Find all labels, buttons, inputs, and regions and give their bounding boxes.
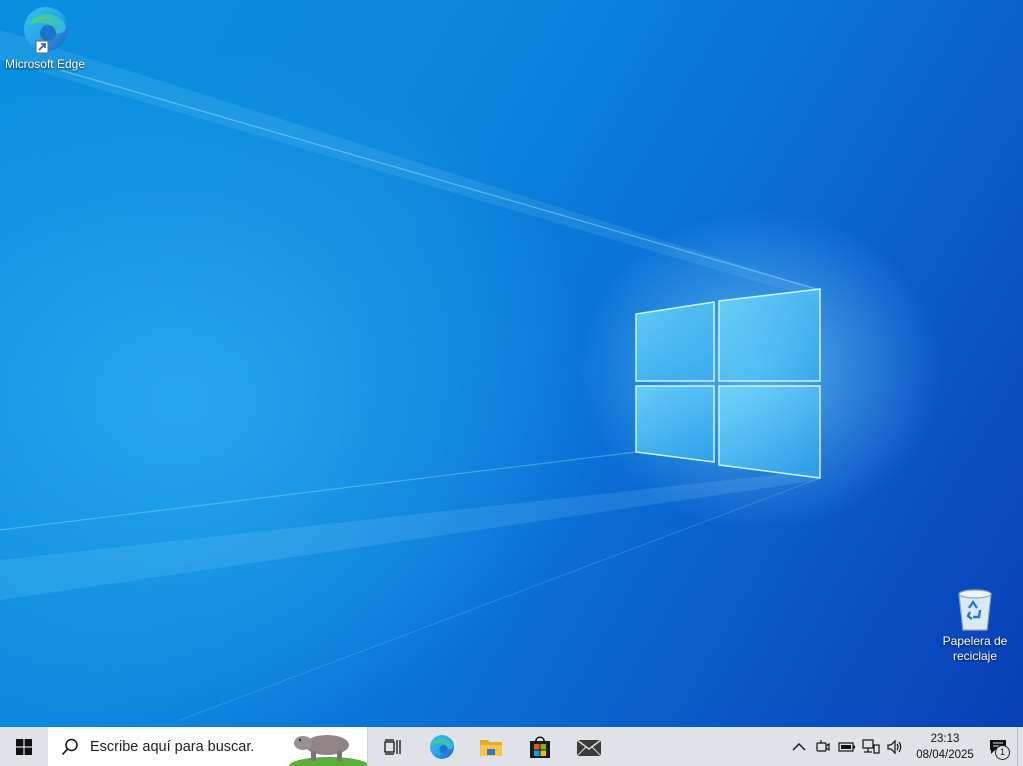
search-highlight-hippo-image bbox=[289, 735, 367, 766]
meet-now-button[interactable] bbox=[811, 727, 835, 766]
network-icon bbox=[862, 738, 880, 754]
taskbar: Escribe aquí para buscar. 23:13 08/04/20… bbox=[0, 727, 1023, 766]
taskbar-mail-button[interactable] bbox=[564, 727, 613, 766]
search-icon bbox=[61, 738, 78, 755]
battery-button[interactable] bbox=[835, 727, 859, 766]
volume-button[interactable] bbox=[883, 727, 907, 766]
battery-icon bbox=[838, 741, 855, 752]
edge-icon bbox=[24, 7, 68, 54]
taskbar-edge-button[interactable] bbox=[417, 727, 466, 766]
clock[interactable]: 23:13 08/04/2025 bbox=[911, 731, 979, 763]
chevron-up-icon bbox=[792, 742, 806, 750]
notification-count-badge: 1 bbox=[995, 745, 1010, 760]
volume-icon bbox=[887, 739, 902, 754]
store-icon bbox=[529, 735, 550, 758]
desktop-icon-recycle-bin[interactable]: Papelera de reciclaje bbox=[933, 586, 1017, 664]
task-view-button[interactable] bbox=[368, 727, 417, 766]
recycle-bin-icon bbox=[958, 589, 992, 631]
system-tray: 23:13 08/04/2025 1 bbox=[787, 727, 1023, 766]
desktop-icon-label: Microsoft Edge bbox=[4, 57, 86, 71]
file-explorer-icon bbox=[479, 739, 502, 756]
windows-logo-icon bbox=[16, 738, 32, 755]
meet-now-icon bbox=[816, 739, 830, 752]
show-desktop-button[interactable] bbox=[1017, 727, 1023, 766]
start-button[interactable] bbox=[0, 727, 48, 766]
desktop[interactable]: Microsoft Edge Papelera de reciclaje bbox=[0, 0, 1023, 727]
task-view-icon bbox=[383, 738, 401, 755]
desktop-icon-edge[interactable]: Microsoft Edge bbox=[3, 5, 87, 72]
desktop-icon-label: Papelera de reciclaje bbox=[942, 634, 1008, 663]
mail-icon bbox=[576, 738, 601, 756]
taskbar-file-explorer-button[interactable] bbox=[466, 727, 515, 766]
search-box[interactable]: Escribe aquí para buscar. bbox=[48, 727, 368, 766]
windows-logo-wallpaper bbox=[635, 288, 821, 479]
wallpaper-light-beams bbox=[0, 30, 821, 721]
clock-date: 08/04/2025 bbox=[916, 748, 974, 761]
taskbar-store-button[interactable] bbox=[515, 727, 564, 766]
notification-center-button[interactable]: 1 bbox=[979, 727, 1017, 766]
clock-time: 23:13 bbox=[930, 732, 960, 745]
search-placeholder: Escribe aquí para buscar. bbox=[90, 738, 255, 755]
network-button[interactable] bbox=[859, 727, 883, 766]
edge-icon bbox=[429, 734, 454, 759]
show-hidden-icons-button[interactable] bbox=[787, 727, 811, 766]
